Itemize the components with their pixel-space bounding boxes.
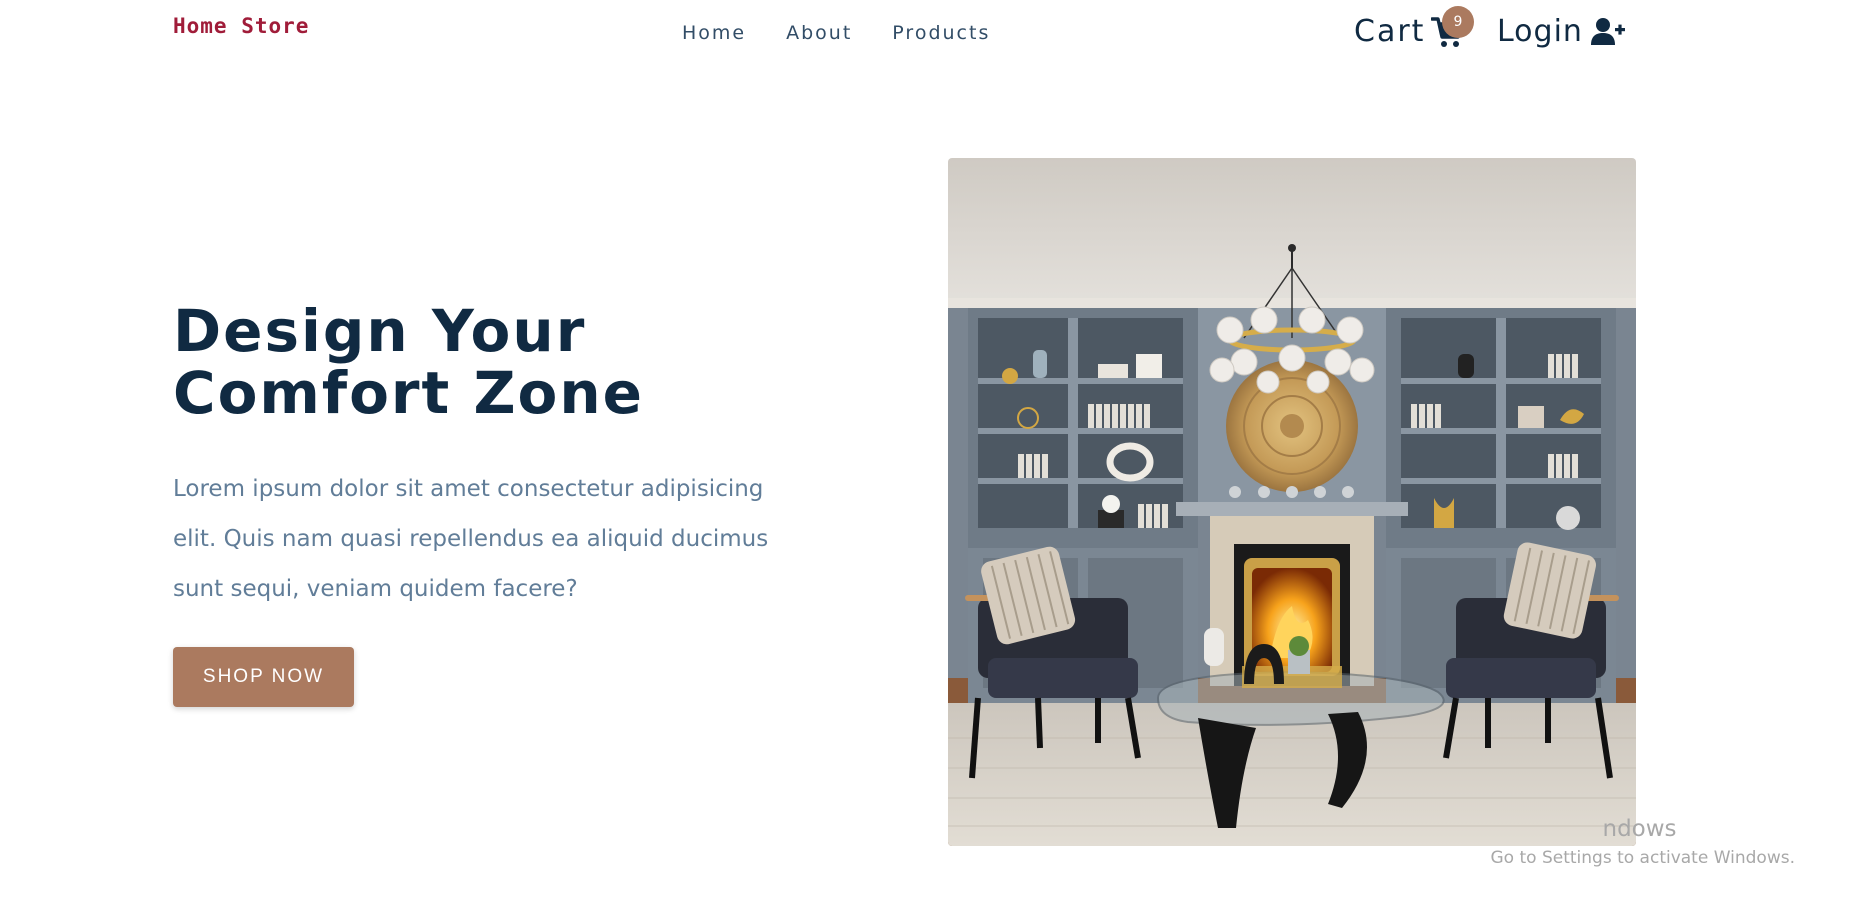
nav-link-products[interactable]: Products <box>892 22 990 44</box>
cart-count-badge: 9 <box>1442 6 1474 38</box>
login-button[interactable]: Login <box>1497 14 1625 49</box>
login-label: Login <box>1497 14 1583 49</box>
nav-link-home[interactable]: Home <box>682 22 746 44</box>
nav-link-about[interactable]: About <box>786 22 852 44</box>
cart-label: Cart <box>1354 14 1426 49</box>
nav-links: Home About Products <box>682 22 990 44</box>
hero-title-line1: Design Your <box>173 297 587 365</box>
hero-description: Lorem ipsum dolor sit amet consectetur a… <box>173 476 769 602</box>
logo[interactable]: Home Store <box>173 14 309 38</box>
windows-activation-watermark: ndows Go to Settings to activate Windows… <box>1491 816 1796 868</box>
shop-now-button[interactable]: SHOP NOW <box>173 647 354 707</box>
hero-title: Design Your Comfort Zone <box>173 300 644 424</box>
watermark-line2: Go to Settings to activate Windows. <box>1490 848 1796 868</box>
living-room-image <box>948 158 1636 846</box>
watermark-line1: ndows <box>1602 816 1677 842</box>
navbar: Home Store Home About Products Cart 9 Lo… <box>0 0 1857 80</box>
user-plus-icon <box>1590 17 1625 47</box>
hero-title-line2: Comfort Zone <box>173 359 644 427</box>
